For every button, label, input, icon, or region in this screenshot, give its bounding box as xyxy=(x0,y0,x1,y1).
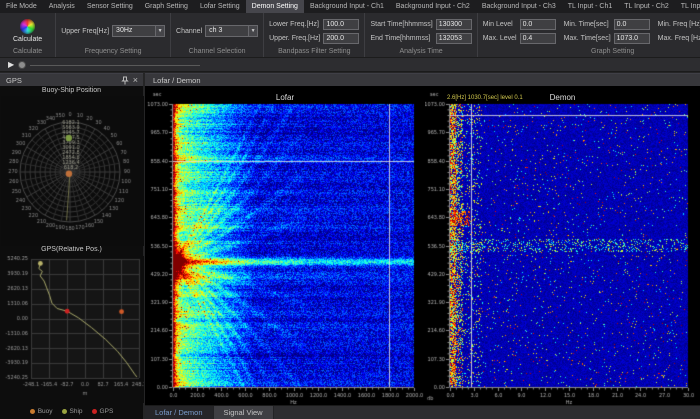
close-icon[interactable]: × xyxy=(133,75,138,85)
lower-freq-input[interactable] xyxy=(323,18,360,30)
max-freq-label: Max. Freq [Hz] xyxy=(657,34,700,42)
chevron-down-icon: ▼ xyxy=(155,26,165,36)
group-label-graph-setting: Graph Setting xyxy=(591,48,635,55)
menu-tab-lofar-setting[interactable]: Lofar Setting xyxy=(194,0,246,13)
menu-tab-sensor-setting[interactable]: Sensor Setting xyxy=(81,0,139,13)
gps-panel-title: GPS xyxy=(6,75,22,85)
legend-item-gps: GPS xyxy=(91,408,113,415)
max-level-input[interactable] xyxy=(519,32,556,44)
upper-freq-dropdown[interactable]: 30Hz ▼ xyxy=(112,25,166,37)
ribbon-group-analysis-time: Start Time[hhmmss] End Time[hhmmss] Anal… xyxy=(365,13,478,57)
group-label-channel: Channel Selection xyxy=(188,48,246,55)
demon-cursor-readout: 2.6[Hz] 1030.7[sec] level 0.1 xyxy=(447,95,523,101)
ribbon-group-graph-setting: Min Level Max. Level Min. Time[sec] xyxy=(478,13,700,57)
gps-chart-legend: Buoy Ship GPS xyxy=(0,403,143,419)
menu-tab-background-input-ch1[interactable]: Background Input - Ch1 xyxy=(304,0,390,13)
group-label-frequency: Frequency Setting xyxy=(84,48,142,55)
playback-slider-knob[interactable] xyxy=(18,61,26,69)
application-window: File Mode Analysis Sensor Setting Graph … xyxy=(0,0,700,419)
legend-item-buoy: Buoy xyxy=(29,408,53,415)
group-label-bandpass: Bandpass Filter Setting xyxy=(278,48,351,55)
playback-slider-track[interactable] xyxy=(30,65,200,66)
ribbon: Calculate Calculate Upper Freq[Hz] 30Hz … xyxy=(0,13,700,58)
channel-label: Channel xyxy=(176,27,203,35)
play-button[interactable]: ▶ xyxy=(8,60,14,69)
min-level-input[interactable] xyxy=(519,18,556,30)
menu-tab-analysis[interactable]: Analysis xyxy=(43,0,81,13)
color-wheel-icon xyxy=(20,19,36,34)
min-time-label: Min. Time[sec] xyxy=(563,20,609,28)
start-time-input[interactable] xyxy=(435,18,472,30)
ribbon-group-channel: Channel ch 3 ▼ Channel Selection xyxy=(171,13,265,57)
menu-tab-demon-setting[interactable]: Demon Setting xyxy=(245,0,304,13)
channel-dropdown-value: ch 3 xyxy=(209,27,223,34)
calculate-button[interactable]: Calculate xyxy=(5,18,50,44)
channel-dropdown[interactable]: ch 3 ▼ xyxy=(205,25,259,37)
menu-tab-tl-input-ch3[interactable]: TL Input - Ch3 xyxy=(675,0,700,13)
menu-tab-tl-input-ch1[interactable]: TL Input - Ch1 xyxy=(562,0,619,13)
ribbon-group-bandpass: Lower Freq.[Hz] Upper. Freq.[Hz] Bandpas… xyxy=(264,13,366,57)
min-freq-label: Min. Freq [Hz] xyxy=(657,20,700,28)
ribbon-group-calculate: Calculate Calculate xyxy=(0,13,57,57)
group-label-analysis-time: Analysis Time xyxy=(399,48,443,55)
menu-tab-tl-input-ch2[interactable]: TL Input - Ch2 xyxy=(618,0,675,13)
polar-chart-title: Buoy-Ship Position xyxy=(41,87,102,94)
gps-panel-header: GPS × xyxy=(0,73,143,86)
lofar-chart-title: Lofar xyxy=(275,93,295,102)
ship-dot-icon xyxy=(61,408,67,414)
demon-spectrogram[interactable] xyxy=(425,86,700,405)
menu-tab-file-mode[interactable]: File Mode xyxy=(0,0,43,13)
min-level-label: Min Level xyxy=(482,20,513,28)
chevron-down-icon: ▼ xyxy=(248,26,258,36)
buoy-dot-icon xyxy=(29,408,35,414)
start-time-label: Start Time[hhmmss] xyxy=(370,20,433,28)
upper-freq-label: Upper Freq[Hz] xyxy=(61,27,110,35)
calculate-button-label: Calculate xyxy=(13,36,43,43)
tab-lofar-demon[interactable]: Lofar / Demon xyxy=(145,406,214,419)
bottom-tab-bar: Lofar / Demon Signal View xyxy=(145,405,700,419)
max-time-label: Max. Time[sec] xyxy=(563,34,611,42)
group-label-calculate: Calculate xyxy=(13,48,43,55)
upper-freq-dropdown-value: 30Hz xyxy=(116,27,133,34)
lofar-spectrogram[interactable] xyxy=(145,86,425,405)
menu-tab-background-input-ch3[interactable]: Background Input - Ch3 xyxy=(476,0,562,13)
buoy-ship-polar-chart[interactable] xyxy=(1,96,144,246)
min-time-input[interactable] xyxy=(613,18,650,30)
upper-freq-input[interactable] xyxy=(323,32,360,44)
menu-tab-graph-setting[interactable]: Graph Setting xyxy=(139,0,194,13)
pin-icon[interactable] xyxy=(121,76,129,85)
lofar-demon-panel-title: Lofar / Demon xyxy=(153,75,201,85)
lofar-demon-panel-header: Lofar / Demon xyxy=(145,73,700,86)
lower-freq-label: Lower Freq.[Hz] xyxy=(269,20,319,28)
max-level-label: Max. Level xyxy=(482,34,517,42)
upper-freq-input-label: Upper. Freq.[Hz] xyxy=(269,34,321,42)
gps-relative-chart[interactable] xyxy=(1,256,144,403)
ribbon-tab-bar: File Mode Analysis Sensor Setting Graph … xyxy=(0,0,700,13)
legend-item-ship: Ship xyxy=(61,408,83,415)
gps-dot-icon xyxy=(91,408,97,414)
playback-bar: ▶ xyxy=(0,58,700,72)
relative-pos-chart-title: GPS(Relative Pos.) xyxy=(41,246,102,253)
ribbon-group-frequency: Upper Freq[Hz] 30Hz ▼ Frequency Setting xyxy=(56,13,172,57)
tab-signal-view[interactable]: Signal View xyxy=(213,406,274,419)
end-time-input[interactable] xyxy=(435,32,472,44)
max-time-input[interactable] xyxy=(613,32,650,44)
end-time-label: End Time[hhmmss] xyxy=(370,34,431,42)
menu-tab-background-input-ch2[interactable]: Background Input - Ch2 xyxy=(390,0,476,13)
